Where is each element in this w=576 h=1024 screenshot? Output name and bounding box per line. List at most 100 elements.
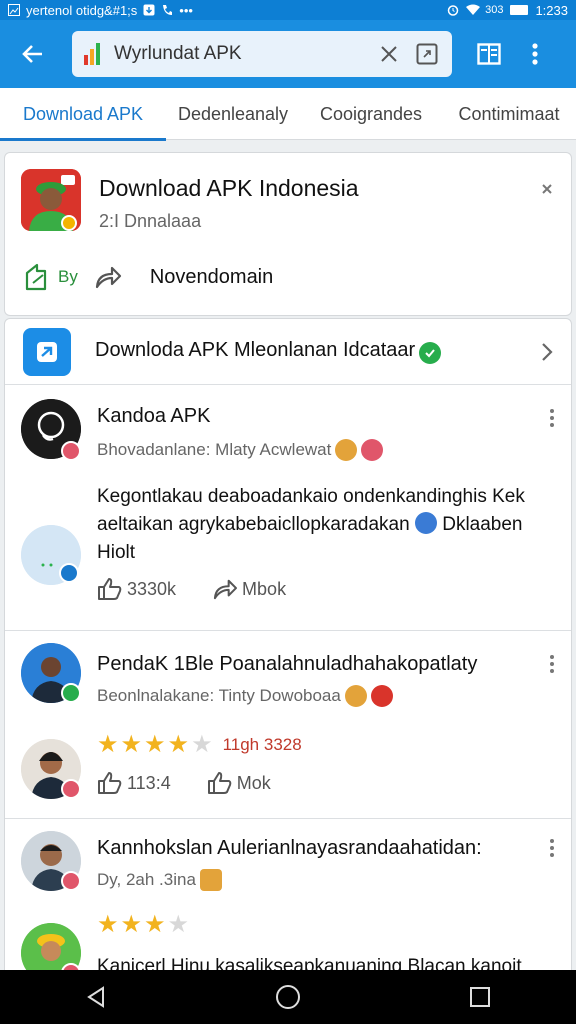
heart-badge-icon bbox=[61, 441, 81, 461]
app-bar: Wyrlundat APK bbox=[0, 20, 576, 88]
like-count: 113:4 bbox=[127, 772, 171, 793]
search-input[interactable]: Wyrlundat APK bbox=[114, 43, 372, 65]
share-button[interactable]: Mbok bbox=[212, 578, 286, 600]
post-more-button[interactable] bbox=[545, 653, 559, 675]
badge-icon bbox=[61, 683, 81, 703]
tab-download-apk[interactable]: Download APK bbox=[0, 88, 166, 141]
home-circle-icon bbox=[276, 985, 300, 1009]
open-external-icon bbox=[25, 263, 47, 291]
status-left-text: yertenol otidg&#1;s bbox=[26, 2, 138, 18]
feed-content[interactable]: Download APK Indonesia 2:I Dnnalaaa By N… bbox=[0, 140, 576, 970]
alarm-icon bbox=[447, 4, 459, 16]
share-button[interactable] bbox=[94, 265, 122, 289]
by-button[interactable]: By bbox=[23, 263, 78, 291]
nav-back-button[interactable] bbox=[76, 977, 116, 1017]
thumbs-up-icon bbox=[98, 578, 122, 600]
battery-icon bbox=[510, 5, 529, 15]
nav-recents-button[interactable] bbox=[460, 977, 500, 1017]
post-meta-text: Bhovadanlane: Mlaty Acwlewat bbox=[97, 440, 332, 459]
feed-card: Downloda APK Mleonlanan Idcataar Kandoa … bbox=[4, 318, 572, 970]
rating-row: ★ ★ ★ ★ bbox=[97, 913, 189, 937]
tab-cooigrandes[interactable]: Cooigrandes bbox=[300, 88, 442, 140]
dismiss-card-button[interactable] bbox=[537, 179, 557, 199]
system-nav-bar bbox=[0, 970, 576, 1024]
post-item[interactable]: Kannhokslan Aulerianlnayasrandaahatidan:… bbox=[5, 819, 571, 970]
back-button[interactable] bbox=[0, 20, 66, 88]
reader-mode-button[interactable] bbox=[466, 20, 512, 88]
tabs-icon bbox=[416, 43, 438, 65]
post-actions: 113:4 Mok bbox=[97, 771, 271, 795]
clock: 1:233 bbox=[535, 2, 568, 18]
reaction-trophy-icon bbox=[335, 439, 358, 461]
star-empty-icon: ★ bbox=[167, 911, 190, 938]
post-meta: Bhovadanlane: Mlaty Acwlewat bbox=[97, 439, 384, 461]
tab-bar: Download APK Dedenleanaly Cooigrandes Co… bbox=[0, 88, 576, 141]
heart-badge-icon bbox=[61, 871, 81, 891]
star-icon: ★ bbox=[97, 731, 119, 758]
trophy-icon bbox=[199, 869, 222, 891]
close-icon bbox=[542, 184, 552, 194]
download-notification-icon bbox=[143, 4, 155, 16]
verified-icon bbox=[419, 342, 442, 364]
app-mascot-icon bbox=[21, 169, 81, 231]
post-actions: 3330k Mbok bbox=[97, 577, 286, 601]
clear-search-button[interactable] bbox=[372, 37, 406, 71]
post-item[interactable]: PendaK 1Ble Poanalahnuladhahakopatlaty B… bbox=[5, 631, 571, 819]
star-icon: ★ bbox=[144, 911, 166, 938]
app-header-card: Download APK Indonesia 2:I Dnnalaaa By N… bbox=[4, 152, 572, 316]
search-bar[interactable]: Wyrlundat APK bbox=[72, 31, 452, 77]
like-button-secondary[interactable]: Mok bbox=[207, 771, 271, 795]
app-subtitle: 2:I Dnnalaaa bbox=[99, 211, 202, 231]
more-vertical-icon bbox=[532, 43, 538, 65]
star-icon: ★ bbox=[120, 731, 143, 758]
close-icon bbox=[381, 46, 397, 62]
star-icon: ★ bbox=[144, 731, 166, 758]
image-notification-icon bbox=[8, 4, 20, 16]
post-body: Kegontlakau deaboadankaio ondenkandinghi… bbox=[97, 483, 553, 567]
star-icon: ★ bbox=[120, 911, 143, 938]
star-empty-icon: ★ bbox=[191, 731, 213, 758]
post-more-button[interactable] bbox=[545, 837, 559, 859]
share-count: Mbok bbox=[242, 578, 287, 599]
verified-badge-icon bbox=[59, 563, 79, 583]
like-button[interactable]: 3330k bbox=[97, 577, 176, 601]
post-author[interactable]: PendaK 1Ble Poanalahnuladhahakopatlaty bbox=[97, 653, 477, 676]
featured-text: Downloda APK Mleonlanan Idcataar bbox=[95, 339, 442, 364]
more-notifications-icon: ••• bbox=[179, 2, 193, 18]
share-count: Mok bbox=[236, 772, 271, 793]
star-icon: ★ bbox=[167, 731, 190, 758]
like-count: 3330k bbox=[127, 578, 177, 599]
app-title: Download APK Indonesia bbox=[99, 175, 359, 201]
triangle-back-icon bbox=[87, 986, 104, 1008]
post-meta-text: Dy, 2ah .3ina bbox=[97, 870, 196, 889]
rating-row: ★ ★ ★ ★ ★ 11gh 3328 bbox=[97, 733, 302, 757]
star-icon: ★ bbox=[97, 911, 119, 938]
post-more-button[interactable] bbox=[545, 407, 559, 429]
app-avatar[interactable] bbox=[21, 169, 81, 231]
rating-text: 11gh 3328 bbox=[222, 735, 302, 754]
share-arrow-icon bbox=[95, 266, 121, 289]
domain-label: Novendomain bbox=[149, 265, 274, 288]
overflow-menu-button[interactable] bbox=[512, 20, 558, 88]
share-arrow-icon bbox=[213, 579, 238, 600]
featured-row[interactable]: Downloda APK Mleonlanan Idcataar bbox=[5, 319, 571, 385]
tab-switcher-button[interactable] bbox=[412, 39, 442, 69]
by-label: By bbox=[58, 267, 78, 286]
battery-level: 303 bbox=[485, 4, 504, 16]
header-actions: By Novendomain bbox=[23, 263, 273, 291]
tab-contimimaat[interactable]: Contimimaat bbox=[442, 88, 576, 140]
post-author[interactable]: Kandoa APK bbox=[97, 405, 210, 428]
thumbs-up-icon bbox=[98, 772, 122, 794]
heart-badge-icon bbox=[61, 779, 81, 799]
post-author[interactable]: Kannhokslan Aulerianlnayasrandaahatidan: bbox=[97, 837, 482, 860]
like-button[interactable]: 113:4 bbox=[97, 771, 171, 795]
back-arrow-icon bbox=[22, 45, 42, 63]
star-rating: ★ ★ ★ ★ bbox=[97, 913, 189, 937]
chevron-right-icon bbox=[537, 341, 557, 363]
post-item[interactable]: Kandoa APK Bhovadanlane: Mlaty Acwlewat … bbox=[5, 385, 571, 631]
nav-home-button[interactable] bbox=[268, 977, 308, 1017]
tab-dedenleanaly[interactable]: Dedenleanaly bbox=[166, 88, 300, 140]
status-bar: yertenol otidg&#1;s ••• 303 1:233 bbox=[0, 0, 576, 20]
featured-label: Downloda APK Mleonlanan Idcataar bbox=[95, 339, 416, 361]
globe-icon bbox=[414, 512, 437, 534]
